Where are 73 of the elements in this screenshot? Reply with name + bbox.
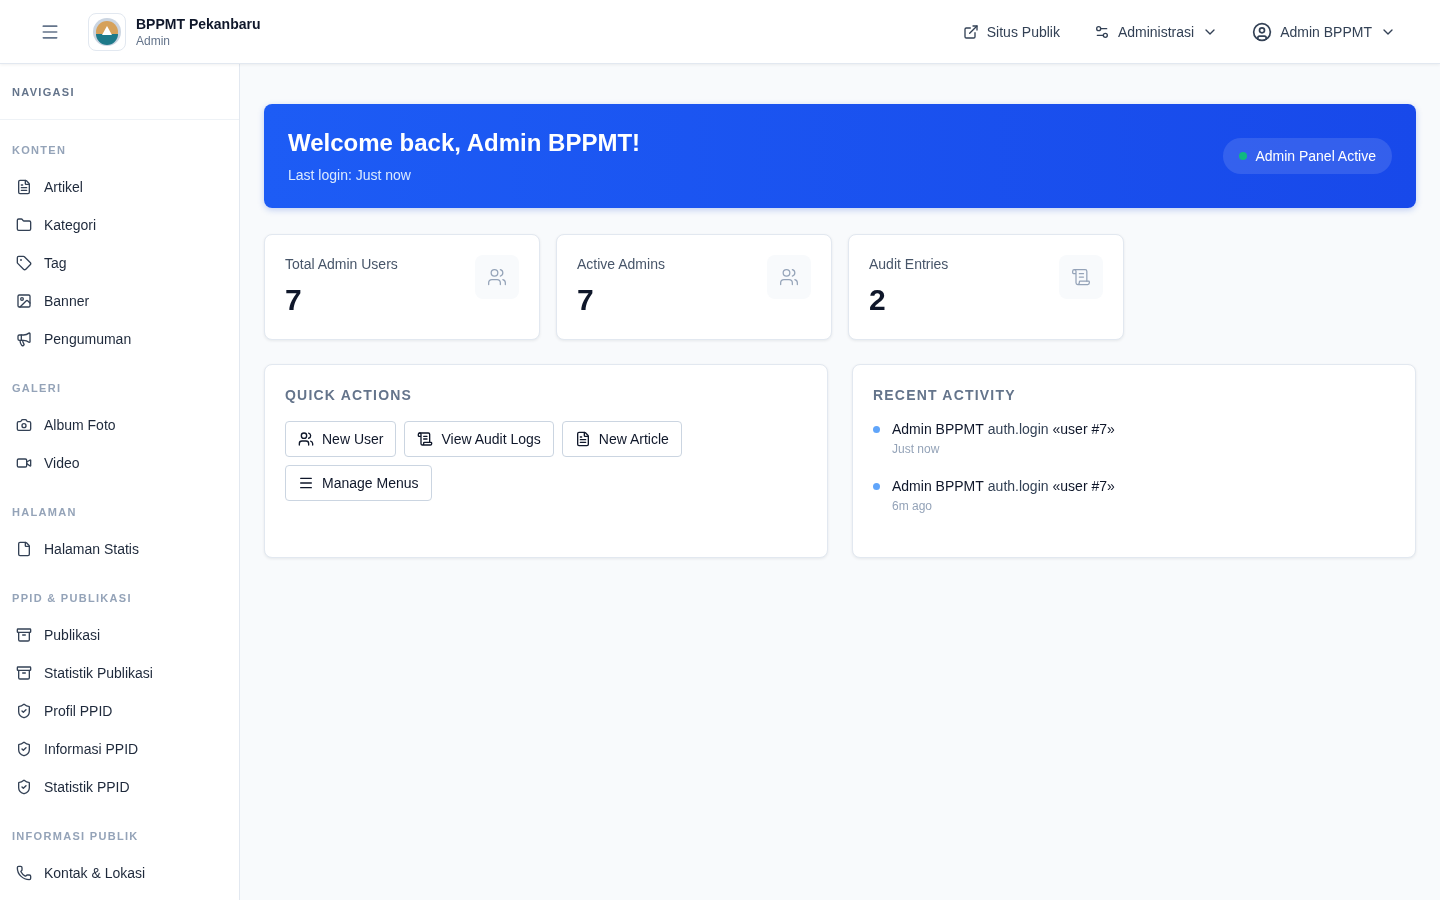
section-title: GALERI <box>12 382 62 394</box>
nav-icon <box>16 541 32 557</box>
users-icon <box>475 255 519 299</box>
status-badge: Admin Panel Active <box>1223 138 1392 174</box>
stat-label: Audit Entries <box>869 256 949 272</box>
activity-actor: Admin BPPMT <box>892 421 984 437</box>
activity-time: Just now <box>892 442 941 456</box>
sidebar-item[interactable]: Banner <box>0 282 239 320</box>
nav-icon <box>16 331 32 347</box>
action-button[interactable]: Manage Menus <box>285 465 432 501</box>
stat-label: Active Admins <box>577 256 665 272</box>
sidebar-item[interactable]: Kontak & Lokasi <box>0 854 239 892</box>
section-title: HALAMAN <box>12 506 77 518</box>
users-icon <box>767 255 811 299</box>
welcome-title: Welcome back, Admin BPPMT! <box>288 129 641 157</box>
external-link-icon <box>962 23 979 40</box>
section-title: PPID & PUBLIKASI <box>12 592 132 604</box>
nav-icon <box>16 417 32 433</box>
nav-icon <box>16 217 32 233</box>
nav-icon <box>16 255 32 271</box>
sidebar-item[interactable]: Artikel <box>0 168 239 206</box>
nav-icon <box>16 703 32 719</box>
activity-action: auth.login <box>987 421 1049 437</box>
sidebar-item[interactable]: Kategori <box>0 206 239 244</box>
activity-action: auth.login <box>987 478 1049 494</box>
nav-icon <box>16 865 32 881</box>
sidebar-heading: NAVIGASI <box>12 85 75 98</box>
stat-value: 2 <box>869 283 887 317</box>
app-subtitle: Admin <box>136 33 171 48</box>
activity-time: 6m ago <box>892 499 934 513</box>
menu-icon <box>298 475 314 491</box>
section-title: INFORMASI PUBLIK <box>12 830 139 842</box>
nav-icon <box>16 779 32 795</box>
user-icon <box>1252 21 1273 42</box>
sidebar-item[interactable]: Video <box>0 444 239 482</box>
card-title: RECENT ACTIVITY <box>873 387 1017 403</box>
activity-actor: Admin BPPMT <box>892 478 984 494</box>
action-button[interactable]: New User <box>285 421 397 457</box>
sidebar-item[interactable]: Pengumuman <box>0 320 239 358</box>
stat-value: 7 <box>577 283 595 317</box>
public-site-link[interactable]: Situs Publik <box>962 23 1060 40</box>
app-title: BPPMT Pekanbaru <box>136 15 261 32</box>
nav-icon <box>16 665 32 681</box>
scroll-icon <box>417 431 434 447</box>
card-title: QUICK ACTIONS <box>285 387 414 403</box>
admin-dropdown[interactable]: Administrasi <box>1093 23 1219 40</box>
action-button[interactable]: New Article <box>561 421 682 457</box>
stat-value: 7 <box>285 283 303 317</box>
logo-icon <box>88 12 126 51</box>
document-icon <box>574 431 591 447</box>
sidebar-item[interactable]: Publikasi <box>0 616 239 654</box>
sidebar-item[interactable]: Statistik Publikasi <box>0 654 239 692</box>
scroll-icon <box>1059 255 1103 299</box>
settings-icon <box>1093 23 1110 40</box>
stat-label: Total Admin Users <box>285 256 398 272</box>
users-icon <box>298 431 314 447</box>
sidebar-item[interactable]: Statistik PPID <box>0 768 239 806</box>
sidebar-item[interactable]: Tag <box>0 244 239 282</box>
sidebar-item[interactable]: Album Foto <box>0 406 239 444</box>
sidebar-item[interactable]: Halaman Statis <box>0 530 239 568</box>
sidebar-item[interactable]: Profil PPID <box>0 692 239 730</box>
section-title: KONTEN <box>12 144 67 156</box>
user-menu[interactable]: Admin BPPMT <box>1252 21 1396 42</box>
nav-icon <box>16 741 32 757</box>
sidebar-item[interactable]: Informasi PPID <box>0 730 239 768</box>
activity-target: «user #7» <box>1052 421 1115 437</box>
action-button[interactable]: View Audit Logs <box>404 421 554 457</box>
nav-icon <box>16 455 32 471</box>
nav-icon <box>16 293 32 309</box>
nav-icon <box>16 179 32 195</box>
activity-target: «user #7» <box>1052 478 1115 494</box>
nav-icon <box>16 627 32 643</box>
last-login-text: Last login: Just now <box>288 167 412 183</box>
